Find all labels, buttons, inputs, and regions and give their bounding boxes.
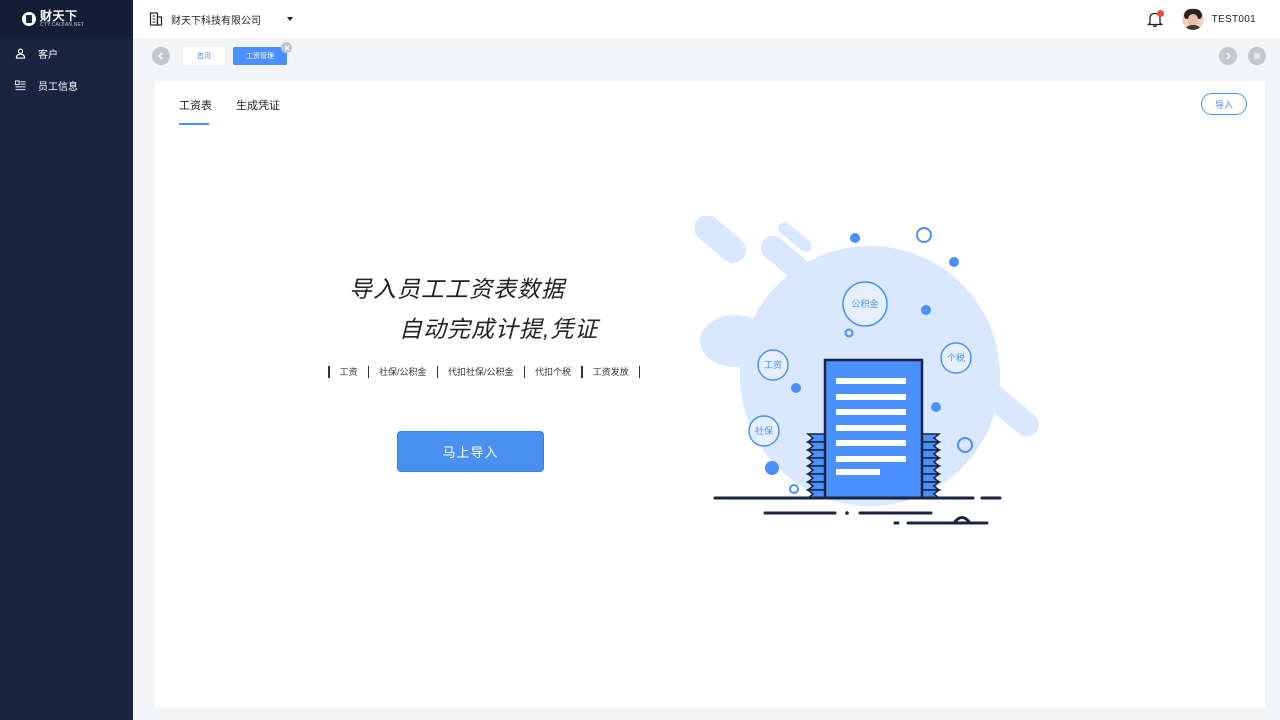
tab-close-button[interactable] — [281, 42, 292, 53]
divider — [638, 365, 641, 378]
tab-salary-sheet[interactable]: 工资表 — [179, 97, 212, 113]
sidebar-item-employee-info[interactable]: 员工信息 — [0, 69, 133, 101]
menu-icon — [1254, 53, 1260, 59]
notification-button[interactable] — [1146, 10, 1164, 28]
headline-line2: 自动完成计提,凭证 — [399, 316, 599, 342]
feature-list: 工资 社保/公积金 代扣社保/公积金 代扣个税 工资发放 — [318, 365, 650, 378]
divider — [367, 365, 370, 378]
company-name: 财天下科技有限公司 — [171, 15, 261, 27]
notification-badge — [1156, 10, 1164, 17]
top-header: 财天下科技有限公司 TEST001 — [133, 0, 1280, 38]
tab-salary-management[interactable]: 工资管理 — [233, 47, 287, 65]
logo-icon — [22, 11, 36, 26]
sidebar-item-customers[interactable]: 客户 — [0, 37, 133, 69]
divider — [328, 365, 330, 378]
tab-bar: 首页 工资管理 — [133, 38, 1280, 74]
tabs-scroll-right-button[interactable] — [1219, 47, 1237, 65]
tax-label: 个税 — [947, 352, 965, 363]
app-logo[interactable]: 财天下 CTY.CAIJIAN.NET — [0, 0, 133, 37]
tab-home[interactable]: 首页 — [183, 47, 225, 65]
feature-social-fund: 社保/公积金 — [379, 367, 427, 377]
company-selector[interactable]: 财天下科技有限公司 — [149, 12, 293, 27]
main-panel: 工资表 生成凭证 导入 导入员工工资表数据 自动完成计提,凭证 工资 社保/公积… — [155, 81, 1265, 707]
import-button[interactable]: 导入 — [1201, 93, 1247, 115]
headline-line1: 导入员工工资表数据 — [349, 276, 565, 302]
chevron-down-icon[interactable] — [287, 17, 293, 21]
logo-title: 财天下 — [40, 8, 78, 23]
sidebar-item-label: 客户 — [38, 49, 58, 61]
avatar[interactable] — [1181, 8, 1204, 30]
fund-label: 公积金 — [851, 298, 878, 309]
tabs-menu-button[interactable] — [1248, 47, 1266, 65]
logo-subtitle: CTY.CAIJIAN.NET — [40, 21, 85, 28]
user-icon — [15, 48, 26, 59]
active-tab-indicator — [179, 123, 209, 125]
divider — [581, 365, 583, 378]
tab-generate-voucher[interactable]: 生成凭证 — [236, 97, 280, 113]
tabs-scroll-left-button[interactable] — [152, 47, 170, 65]
sidebar-item-label: 员工信息 — [38, 81, 78, 93]
sidebar: 财天下 CTY.CAIJIAN.NET 客户 员工信息 — [0, 0, 133, 720]
import-illustration: 公积金 个税 工资 社保 — [695, 216, 1039, 525]
import-now-button[interactable]: 马上导入 — [397, 431, 544, 472]
divider — [523, 365, 526, 378]
social-label: 社保 — [755, 425, 773, 436]
feature-withhold-social-fund: 代扣社保/公积金 — [448, 367, 514, 377]
feature-salary: 工资 — [339, 367, 358, 377]
feature-withhold-tax: 代扣个税 — [535, 367, 572, 377]
divider — [436, 365, 439, 378]
salary-label: 工资 — [764, 360, 782, 370]
chevron-left-icon — [158, 52, 163, 60]
username[interactable]: TEST001 — [1212, 14, 1256, 25]
close-icon — [284, 45, 289, 50]
chevron-right-icon — [1226, 52, 1231, 60]
feature-salary-payment: 工资发放 — [592, 367, 629, 377]
building-icon — [149, 12, 163, 26]
list-icon — [15, 79, 26, 90]
